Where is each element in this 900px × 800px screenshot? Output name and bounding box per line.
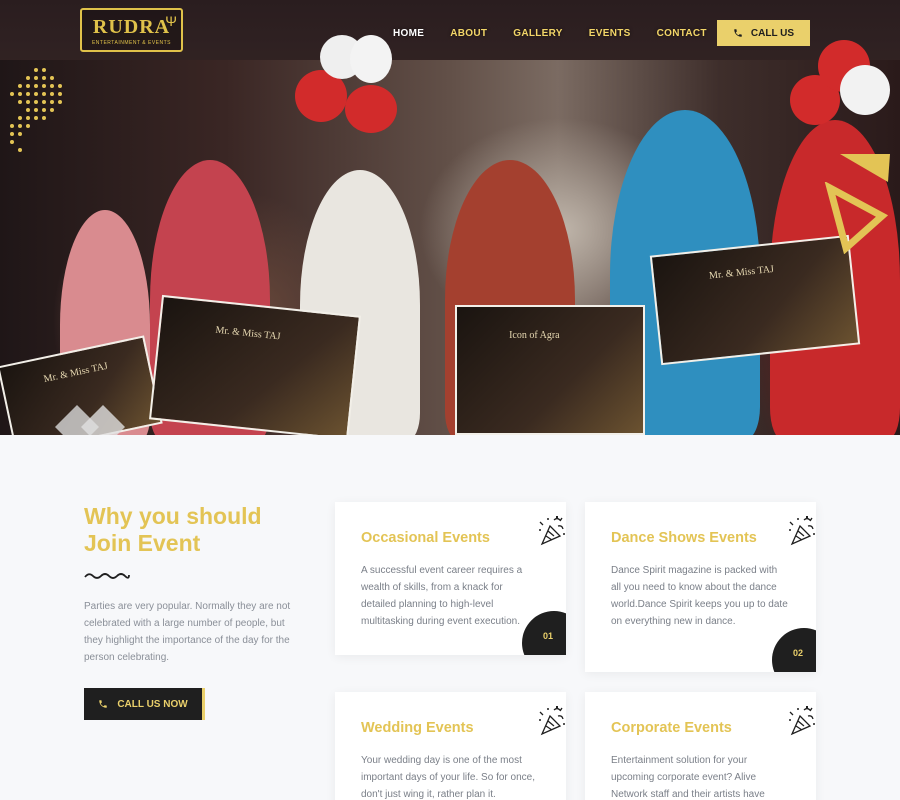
call-us-now-label: CALL US NOW	[117, 698, 188, 710]
party-popper-icon	[539, 706, 565, 736]
party-popper-icon	[789, 706, 815, 736]
hero-poster: Mr. & Miss TAJ	[149, 294, 361, 435]
card-title: Wedding Events	[361, 720, 474, 736]
trident-icon: Ψ	[165, 13, 177, 29]
main-nav: HOME ABOUT GALLERY EVENTS CONTACT	[393, 28, 733, 39]
why-section: Why you should Join Event Parties are ve…	[84, 503, 304, 666]
call-us-button[interactable]: CALL US	[717, 20, 810, 46]
brand-tagline: ENTERTAINMENT & EVENTS	[91, 40, 172, 46]
phone-icon	[99, 700, 108, 708]
why-title: Why you should Join Event	[84, 503, 304, 557]
card-text: A successful event career requires a wea…	[361, 565, 523, 627]
balloon	[840, 65, 890, 115]
card-number: 01	[543, 631, 554, 641]
poster-text: Mr. & Miss TAJ	[42, 361, 109, 386]
card-title: Occasional Events	[361, 530, 490, 546]
why-title-line2: Join Event	[84, 530, 201, 556]
squiggle-divider	[84, 573, 130, 579]
dots-decoration	[10, 68, 62, 152]
nav-events[interactable]: EVENTS	[589, 28, 631, 39]
event-card-wedding[interactable]: Wedding Events Your wedding day is one o…	[335, 692, 566, 800]
balloon	[350, 35, 392, 83]
event-card-corporate[interactable]: Corporate Events Entertainment solution …	[585, 692, 816, 800]
triangle-decoration	[840, 154, 890, 182]
nav-contact[interactable]: CONTACT	[657, 28, 707, 39]
card-title: Dance Shows Events	[611, 530, 757, 546]
hero-banner: Mr. & Miss TAJ Mr. & Miss TAJ Icon of Ag…	[0, 0, 900, 435]
call-us-label: CALL US	[750, 27, 795, 39]
party-popper-icon	[539, 516, 565, 546]
nav-about[interactable]: ABOUT	[450, 28, 487, 39]
phone-icon	[734, 29, 742, 37]
card-title: Corporate Events	[611, 720, 732, 736]
card-text: Entertainment solution for your upcoming…	[611, 755, 765, 800]
triangle-outline-decoration	[824, 182, 888, 254]
nav-gallery[interactable]: GALLERY	[513, 28, 563, 39]
party-popper-icon	[789, 516, 815, 546]
brand-name: RUDRA	[92, 15, 171, 38]
hero-poster: Icon of Agra	[455, 305, 645, 435]
poster-text: Mr. & Miss TAJ	[708, 263, 775, 282]
poster-text: Icon of Agra	[509, 329, 560, 341]
card-number: 02	[793, 648, 804, 658]
card-text: Dance Spirit magazine is packed with all…	[611, 565, 788, 627]
card-number-badge: 02	[772, 628, 816, 672]
hero-poster: Mr. & Miss TAJ	[649, 234, 861, 366]
nav-home[interactable]: HOME	[393, 28, 424, 39]
event-card-dance[interactable]: Dance Shows Events Dance Spirit magazine…	[585, 502, 816, 672]
diamond-decoration	[55, 405, 125, 435]
event-card-occasional[interactable]: Occasional Events A successful event car…	[335, 502, 566, 655]
brand-logo[interactable]: RUDRA Ψ ENTERTAINMENT & EVENTS	[80, 8, 183, 52]
why-description: Parties are very popular. Normally they …	[84, 601, 291, 663]
why-title-line1: Why you should	[84, 503, 262, 529]
card-text: Your wedding day is one of the most impo…	[361, 755, 535, 800]
balloon	[345, 85, 397, 133]
call-us-now-button[interactable]: CALL US NOW	[84, 688, 205, 720]
poster-text: Mr. & Miss TAJ	[215, 324, 281, 343]
